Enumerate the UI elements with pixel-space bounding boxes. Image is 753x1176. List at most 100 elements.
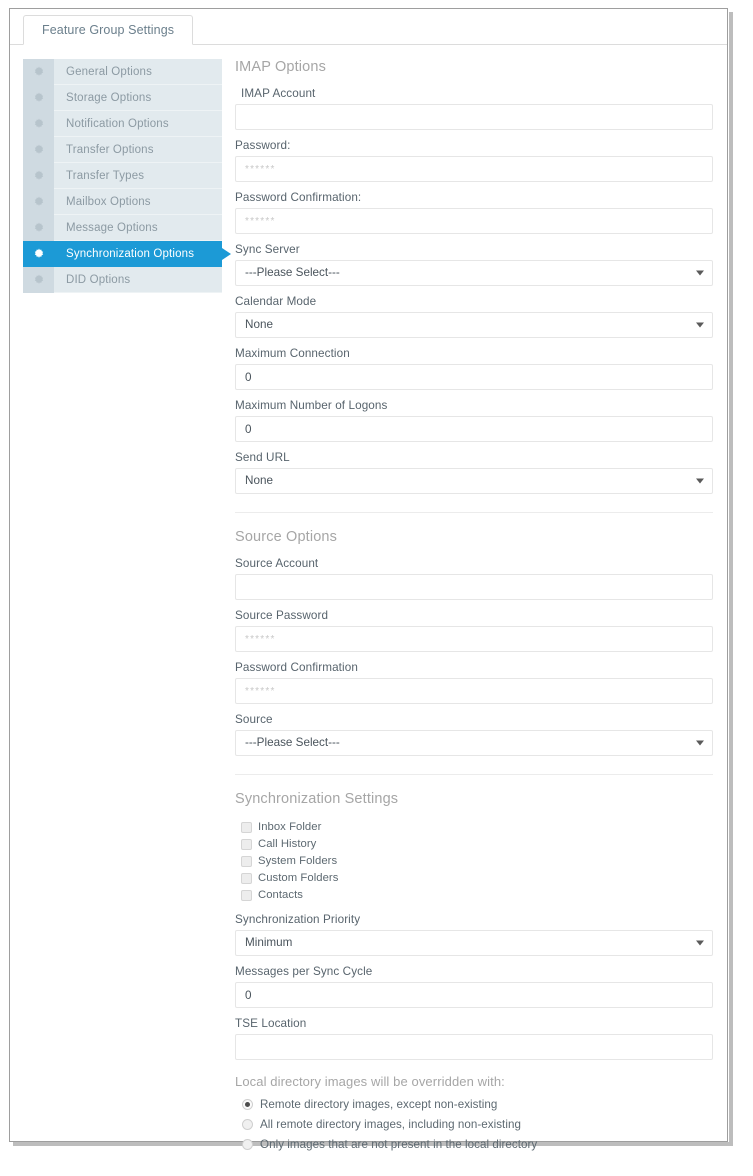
- label-sync-server: Sync Server: [235, 243, 300, 256]
- gear-icon: [23, 188, 54, 215]
- source-password-input[interactable]: [235, 626, 713, 652]
- tab-bar: Feature Group Settings: [10, 9, 727, 45]
- label-source: Source: [235, 713, 273, 726]
- synchronization-priority-select-wrap: Minimum: [235, 930, 713, 956]
- imap-password-input[interactable]: [235, 156, 713, 182]
- sync-server-select[interactable]: ---Please Select---: [235, 260, 713, 286]
- sidebar-item-synchronization-options[interactable]: Synchronization Options: [23, 240, 231, 267]
- sidebar-item-storage-options[interactable]: Storage Options: [23, 84, 222, 111]
- settings-panel: Feature Group Settings General Options S…: [9, 8, 728, 1151]
- checkbox-icon[interactable]: [241, 855, 252, 867]
- radio-icon[interactable]: [242, 1098, 253, 1110]
- gear-icon: [23, 266, 54, 293]
- checkbox-label: Custom Folders: [258, 872, 339, 884]
- tab-feature-group-settings[interactable]: Feature Group Settings: [23, 15, 194, 45]
- synchronization-checkbox-list: Inbox Folder Call History System Folders…: [235, 819, 713, 903]
- field-maximum-connection: Maximum Connection: [235, 347, 713, 390]
- label-source-password-confirmation: Password Confirmation: [235, 661, 358, 674]
- field-imap-account: IMAP Account: [235, 87, 713, 130]
- settings-sidebar: General Options Storage Options Notifica…: [23, 58, 231, 293]
- sidebar-item-transfer-types[interactable]: Transfer Types: [23, 162, 222, 189]
- label-messages-per-sync-cycle: Messages per Sync Cycle: [235, 965, 373, 978]
- frame-shadow-right: [729, 12, 733, 1146]
- field-source-password-confirmation: Password Confirmation: [235, 661, 713, 704]
- synchronization-priority-select[interactable]: Minimum: [235, 930, 713, 956]
- imap-password-confirmation-input[interactable]: [235, 208, 713, 234]
- checkbox-icon[interactable]: [241, 821, 252, 833]
- gear-icon: [23, 84, 54, 111]
- checkbox-row-call-history[interactable]: Call History: [235, 836, 713, 852]
- field-synchronization-priority: Synchronization Priority Minimum: [235, 913, 713, 956]
- gear-icon: [23, 136, 54, 163]
- label-source-account: Source Account: [235, 557, 319, 570]
- checkbox-row-contacts[interactable]: Contacts: [235, 887, 713, 903]
- label-synchronization-priority: Synchronization Priority: [235, 913, 361, 926]
- radio-label: All remote directory images, including n…: [260, 1117, 521, 1131]
- sidebar-item-general-options[interactable]: General Options: [23, 58, 222, 85]
- sidebar-item-message-options[interactable]: Message Options: [23, 214, 222, 241]
- field-sync-server: Sync Server ---Please Select---: [235, 243, 713, 286]
- calendar-mode-select[interactable]: None: [235, 312, 713, 338]
- field-maximum-number-of-logons: Maximum Number of Logons: [235, 399, 713, 442]
- checkbox-icon[interactable]: [241, 872, 252, 884]
- checkbox-icon[interactable]: [241, 838, 252, 850]
- sidebar-item-did-options[interactable]: DID Options: [23, 266, 222, 293]
- sidebar-item-label: Message Options: [66, 221, 158, 234]
- tab-label: Feature Group Settings: [42, 23, 175, 37]
- tse-location-input[interactable]: [235, 1034, 713, 1060]
- maximum-connection-input[interactable]: [235, 364, 713, 390]
- send-url-select-wrap: None: [235, 468, 713, 494]
- label-imap-account: IMAP Account: [241, 87, 316, 100]
- imap-account-input[interactable]: [235, 104, 713, 130]
- field-imap-password-confirmation: Password Confirmation:: [235, 191, 713, 234]
- messages-per-sync-cycle-input[interactable]: [235, 982, 713, 1008]
- source-account-input[interactable]: [235, 574, 713, 600]
- radio-label: Only images that are not present in the …: [260, 1137, 538, 1151]
- radio-row-all-remote-including-non-existing[interactable]: All remote directory images, including n…: [235, 1115, 713, 1133]
- gear-icon: [23, 58, 54, 85]
- label-calendar-mode: Calendar Mode: [235, 295, 317, 308]
- sidebar-item-label: Transfer Options: [66, 143, 154, 156]
- label-imap-password-confirmation: Password Confirmation:: [235, 191, 362, 204]
- source-password-confirmation-input[interactable]: [235, 678, 713, 704]
- checkbox-label: Call History: [258, 838, 317, 850]
- checkbox-row-custom-folders[interactable]: Custom Folders: [235, 870, 713, 886]
- section-title-synchronization-settings: Synchronization Settings: [235, 791, 399, 807]
- checkbox-row-system-folders[interactable]: System Folders: [235, 853, 713, 869]
- radio-icon[interactable]: [242, 1118, 253, 1130]
- calendar-mode-select-wrap: None: [235, 312, 713, 338]
- sidebar-item-label: Synchronization Options: [66, 247, 195, 260]
- checkbox-row-inbox-folder[interactable]: Inbox Folder: [235, 819, 713, 835]
- sidebar-item-label: Mailbox Options: [66, 195, 151, 208]
- radio-icon[interactable]: [242, 1138, 253, 1150]
- gear-icon: [23, 214, 54, 241]
- label-source-password: Source Password: [235, 609, 329, 622]
- checkbox-label: System Folders: [258, 855, 338, 867]
- checkbox-icon[interactable]: [241, 889, 252, 901]
- label-send-url: Send URL: [235, 451, 290, 464]
- sidebar-item-label: Notification Options: [66, 117, 169, 130]
- settings-form: IMAP Options IMAP Account Password: Pass…: [235, 59, 713, 1155]
- radio-row-remote-except-non-existing[interactable]: Remote directory images, except non-exis…: [235, 1095, 713, 1113]
- send-url-select[interactable]: None: [235, 468, 713, 494]
- sidebar-item-mailbox-options[interactable]: Mailbox Options: [23, 188, 222, 215]
- radio-row-only-images-not-present-locally[interactable]: Only images that are not present in the …: [235, 1135, 713, 1153]
- gear-icon: [23, 110, 54, 137]
- sidebar-item-label: General Options: [66, 65, 152, 78]
- override-radio-group: Remote directory images, except non-exis…: [235, 1095, 713, 1153]
- label-tse-location: TSE Location: [235, 1017, 307, 1030]
- sidebar-item-transfer-options[interactable]: Transfer Options: [23, 136, 222, 163]
- maximum-number-of-logons-input[interactable]: [235, 416, 713, 442]
- sidebar-item-notification-options[interactable]: Notification Options: [23, 110, 222, 137]
- field-source-account: Source Account: [235, 557, 713, 600]
- field-calendar-mode: Calendar Mode None: [235, 295, 713, 338]
- panel-body: General Options Storage Options Notifica…: [10, 45, 727, 1151]
- app-root: Feature Group Settings General Options S…: [0, 0, 753, 1176]
- gear-icon: [23, 240, 54, 267]
- sidebar-item-label: DID Options: [66, 273, 131, 286]
- section-divider: [235, 774, 713, 775]
- checkbox-label: Contacts: [258, 889, 303, 901]
- gear-icon: [23, 162, 54, 189]
- source-select[interactable]: ---Please Select---: [235, 730, 713, 756]
- section-title-source-options: Source Options: [235, 529, 338, 545]
